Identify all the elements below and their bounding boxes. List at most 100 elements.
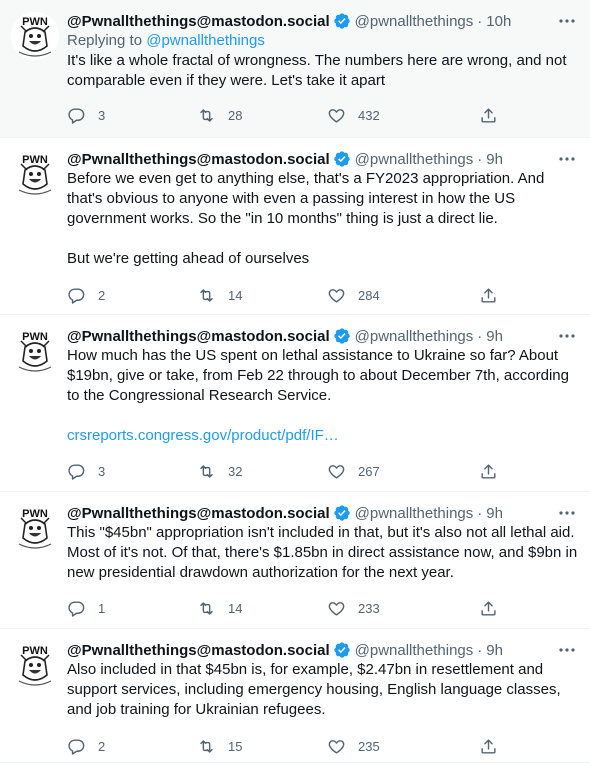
timestamp[interactable]: 9h xyxy=(486,328,503,345)
reply-count: 2 xyxy=(98,738,106,754)
retweet-button[interactable]: 14 xyxy=(197,285,327,305)
timestamp[interactable]: 9h xyxy=(486,151,503,168)
tweet-text: Also included in that $45bn is, for exam… xyxy=(67,660,578,720)
svg-text:PWN: PWN xyxy=(22,16,48,28)
like-button[interactable]: 267 xyxy=(327,461,479,481)
retweet-count: 32 xyxy=(228,463,243,479)
verified-badge-icon xyxy=(333,12,351,30)
reply-count: 2 xyxy=(98,287,106,303)
avatar[interactable]: PWN xyxy=(11,327,59,375)
reply-count: 1 xyxy=(98,600,106,616)
tweet[interactable]: PWN @Pwnallthethings@mastodon.social @pwn… xyxy=(0,629,590,763)
author-handle[interactable]: @pwnallthethings xyxy=(355,642,474,659)
retweet-count: 14 xyxy=(228,600,243,616)
heart-icon xyxy=(327,286,346,305)
heart-icon xyxy=(327,737,346,756)
avatar[interactable]: PWN xyxy=(11,641,59,689)
author-handle[interactable]: @pwnallthethings xyxy=(355,151,474,168)
share-icon xyxy=(479,462,498,481)
author-name[interactable]: @Pwnallthethings@mastodon.social xyxy=(67,505,330,522)
replying-to-link[interactable]: @pwnallthethings xyxy=(146,32,265,49)
timestamp[interactable]: 9h xyxy=(486,505,503,522)
author-handle[interactable]: @pwnallthethings xyxy=(355,328,474,345)
replying-to: Replying to @pwnallthethings xyxy=(67,31,578,51)
tweet-header: @Pwnallthethings@mastodon.social @pwnallt… xyxy=(67,640,578,660)
replying-to-label: Replying to xyxy=(67,32,143,49)
retweet-icon xyxy=(197,462,216,481)
reply-icon xyxy=(67,737,86,756)
retweet-button[interactable]: 28 xyxy=(197,105,327,125)
retweet-button[interactable]: 14 xyxy=(197,598,327,618)
like-count: 267 xyxy=(358,463,380,479)
more-horizontal-icon[interactable] xyxy=(556,11,578,31)
reply-icon xyxy=(67,599,86,618)
verified-badge-icon xyxy=(333,641,351,659)
reply-button[interactable]: 2 xyxy=(67,736,197,756)
reply-button[interactable]: 3 xyxy=(67,461,197,481)
share-button[interactable] xyxy=(479,736,507,756)
heart-icon xyxy=(327,599,346,618)
tweet[interactable]: PWN @Pwnallthethings@mastodon.social @pwn… xyxy=(0,0,590,138)
tweet-actions: 2 14 284 xyxy=(67,285,507,305)
author-name[interactable]: @Pwnallthethings@mastodon.social xyxy=(67,13,330,30)
avatar[interactable]: PWN xyxy=(11,150,59,198)
more-horizontal-icon[interactable] xyxy=(556,326,578,346)
author-name[interactable]: @Pwnallthethings@mastodon.social xyxy=(67,328,330,345)
reply-icon xyxy=(67,462,86,481)
author-name[interactable]: @Pwnallthethings@mastodon.social xyxy=(67,151,330,168)
author-handle[interactable]: @pwnallthethings xyxy=(355,13,474,30)
share-icon xyxy=(479,737,498,756)
tweet[interactable]: PWN @Pwnallthethings@mastodon.social @pwn… xyxy=(0,315,590,492)
like-count: 284 xyxy=(358,287,380,303)
tweet-header: @Pwnallthethings@mastodon.social @pwnallt… xyxy=(67,149,578,169)
share-icon xyxy=(479,599,498,618)
share-button[interactable] xyxy=(479,598,507,618)
like-button[interactable]: 233 xyxy=(327,598,479,618)
share-button[interactable] xyxy=(479,285,507,305)
like-button[interactable]: 432 xyxy=(327,105,479,125)
tweet-actions: 1 14 233 xyxy=(67,598,507,618)
tweet-paragraph: How much has the US spent on lethal assi… xyxy=(67,347,569,404)
tweet-link[interactable]: crsreports.congress.gov/product/pdf/IF… xyxy=(67,427,339,444)
tweet-paragraph: But we're getting ahead of ourselves xyxy=(67,250,310,267)
timestamp[interactable]: 9h xyxy=(486,642,503,659)
author-name[interactable]: @Pwnallthethings@mastodon.social xyxy=(67,642,330,659)
svg-text:PWN: PWN xyxy=(22,331,48,343)
retweet-button[interactable]: 15 xyxy=(197,736,327,756)
share-button[interactable] xyxy=(479,105,507,125)
verified-badge-icon xyxy=(333,327,351,345)
tweet-paragraph: Also included in that $45bn is, for exam… xyxy=(67,661,561,718)
timestamp[interactable]: 10h xyxy=(486,13,511,30)
separator-dot: · xyxy=(477,150,483,168)
tweet[interactable]: PWN @Pwnallthethings@mastodon.social @pwn… xyxy=(0,492,590,629)
avatar[interactable]: PWN xyxy=(11,504,59,552)
retweet-button[interactable]: 32 xyxy=(197,461,327,481)
separator-dot: · xyxy=(477,641,483,659)
share-icon xyxy=(479,286,498,305)
avatar[interactable]: PWN xyxy=(11,12,59,60)
reply-count: 3 xyxy=(98,463,106,479)
author-handle[interactable]: @pwnallthethings xyxy=(355,505,474,522)
separator-dot: · xyxy=(477,327,483,345)
share-button[interactable] xyxy=(479,461,507,481)
retweet-icon xyxy=(197,599,216,618)
reply-button[interactable]: 2 xyxy=(67,285,197,305)
tweet-header: @Pwnallthethings@mastodon.social @pwnallt… xyxy=(67,503,578,523)
tweet-content: @Pwnallthethings@mastodon.social @pwnallt… xyxy=(67,326,578,446)
like-button[interactable]: 284 xyxy=(327,285,479,305)
tweet-paragraph: Before we even get to anything else, tha… xyxy=(67,170,545,227)
reply-button[interactable]: 3 xyxy=(67,105,197,125)
verified-badge-icon xyxy=(333,150,351,168)
tweet[interactable]: PWN @Pwnallthethings@mastodon.social @pwn… xyxy=(0,138,590,315)
retweet-icon xyxy=(197,737,216,756)
tweet-header: @Pwnallthethings@mastodon.social @pwnallt… xyxy=(67,326,578,346)
more-horizontal-icon[interactable] xyxy=(556,149,578,169)
like-button[interactable]: 235 xyxy=(327,736,479,756)
more-horizontal-icon[interactable] xyxy=(556,503,578,523)
tweet-actions: 3 28 432 xyxy=(67,105,507,125)
tweet-text: It's like a whole fractal of wrongness. … xyxy=(67,51,578,91)
reply-count: 3 xyxy=(98,107,106,123)
reply-button[interactable]: 1 xyxy=(67,598,197,618)
more-horizontal-icon[interactable] xyxy=(556,640,578,660)
retweet-count: 15 xyxy=(228,738,243,754)
